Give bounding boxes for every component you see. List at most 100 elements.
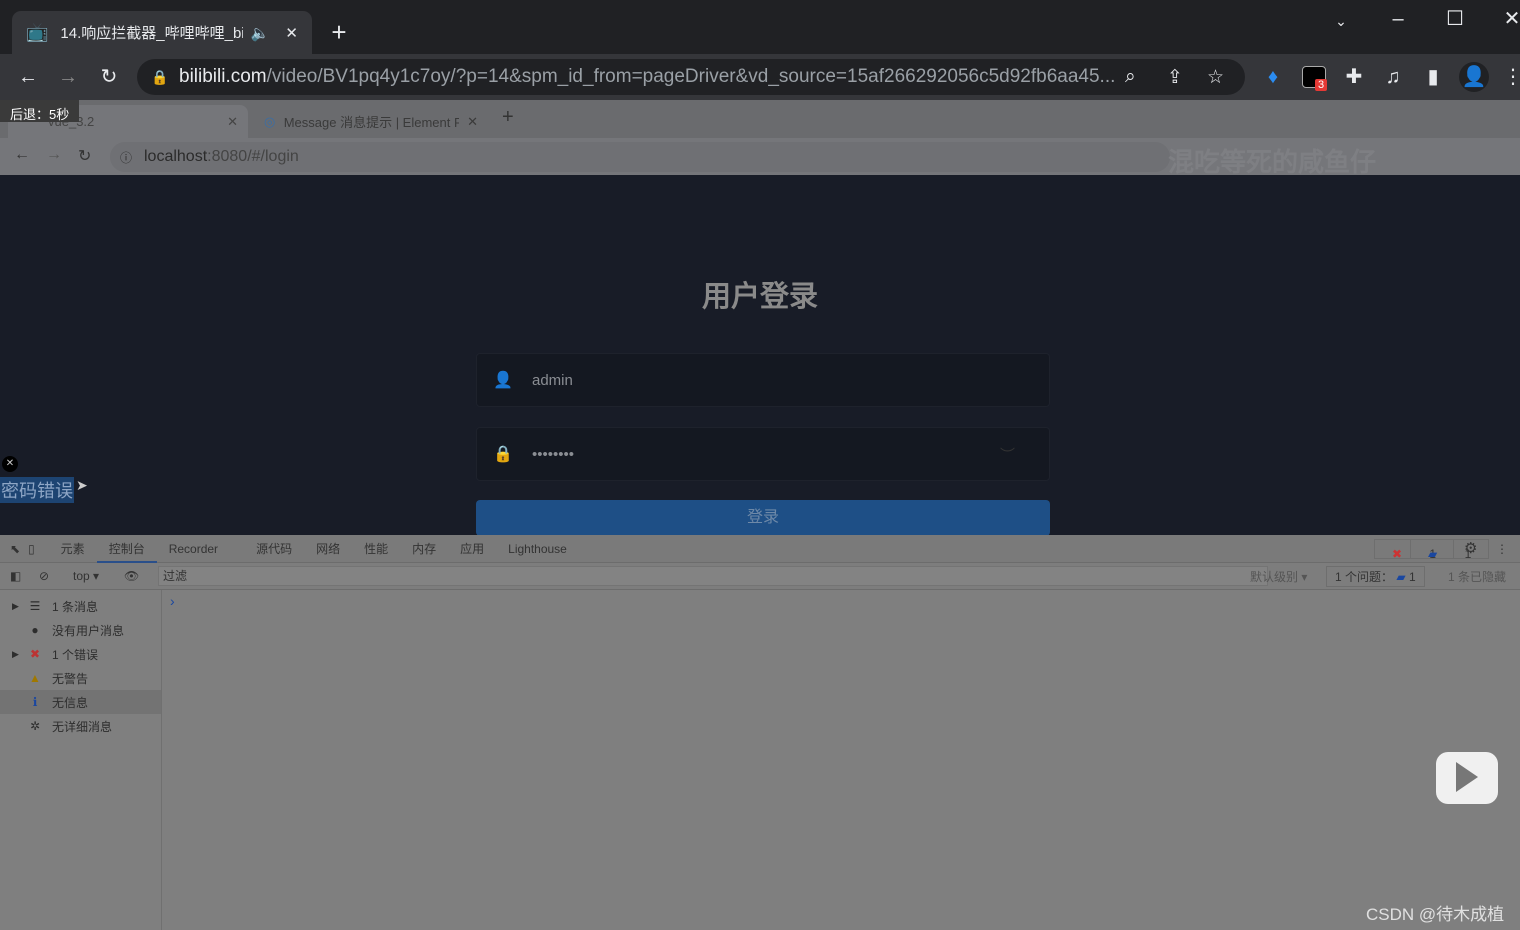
maximize-icon[interactable]: ☐	[1440, 4, 1470, 34]
close-message-icon[interactable]: ✕	[2, 456, 18, 472]
sidebar-label: 1 条消息	[52, 599, 99, 614]
tab-elements[interactable]: 元素	[49, 535, 97, 563]
bilibili-play-logo[interactable]	[1436, 752, 1498, 804]
sidebar-item-verbose[interactable]: ✲ 无详细消息	[0, 714, 161, 738]
tab-recorder[interactable]: Recorder	[157, 535, 230, 563]
minimize-icon[interactable]: –	[1383, 4, 1413, 34]
error-icon: ✖	[1392, 547, 1403, 561]
extension-icon[interactable]: 3	[1302, 66, 1328, 91]
expand-arrow-icon[interactable]: ▶	[12, 601, 19, 612]
side-panel-icon[interactable]: ▮	[1418, 62, 1448, 92]
issues-button[interactable]: 1 个问题： ▰ 1	[1326, 566, 1425, 587]
tab-console[interactable]: 控制台	[96, 535, 157, 563]
issues-label: 1 个问题：	[1335, 570, 1394, 584]
devtools-tabs: ⬉ ▯ 元素 控制台 Recorder 源代码 网络 性能 内存 应用 Ligh…	[0, 535, 1520, 563]
error-message: 密码错误	[0, 477, 74, 503]
url-host: bilibili.com	[179, 66, 267, 87]
close-tab-icon[interactable]: ✕	[467, 114, 478, 130]
inner-tab-element[interactable]: ◎ Message 消息提示 | Element Pl ✕	[256, 105, 486, 138]
inner-tab-bar: vue_3.2✕ ◎Message 消息提示 | Element Pl✕ + 后…	[0, 100, 1520, 138]
sidebar-label: 无警告	[52, 671, 89, 686]
share-icon[interactable]: ⇪	[1167, 66, 1183, 89]
expand-arrow-icon[interactable]: ▶	[12, 649, 19, 660]
inner-browser: vue_3.2✕ ◎Message 消息提示 | Element Pl✕ + 后…	[0, 100, 1520, 930]
gem-extension-icon[interactable]: ♦	[1258, 62, 1288, 92]
issues-count: 1	[1408, 570, 1416, 584]
tab-title: Message 消息提示 | Element Pl	[283, 115, 459, 130]
back-icon[interactable]: ←	[14, 146, 30, 164]
url-path: :8080/#/login	[207, 148, 299, 165]
log-level-select[interactable]: 默认级别 ▾	[1250, 568, 1307, 585]
new-tab-button[interactable]: +	[502, 106, 514, 129]
sidebar-label: 1 个错误	[52, 647, 99, 662]
eye-icon[interactable]: 👁	[124, 569, 139, 583]
password-value: ••••••••	[532, 445, 575, 463]
password-input[interactable]: 🔒 •••••••• ︶	[476, 427, 1050, 481]
bookmark-star-icon[interactable]: ☆	[1207, 66, 1224, 89]
login-button[interactable]: 登录	[476, 500, 1050, 536]
sidebar-item-messages[interactable]: ▶ ☰ 1 条消息	[0, 594, 161, 618]
reload-icon[interactable]: ↻	[78, 146, 91, 166]
device-toolbar-icon[interactable]: ▯	[24, 535, 49, 563]
new-tab-button[interactable]: +	[324, 17, 354, 47]
back-icon[interactable]: ←	[13, 62, 43, 92]
close-tab-icon[interactable]: ✕	[227, 114, 238, 130]
context-select[interactable]: top ▾	[73, 569, 99, 583]
more-icon[interactable]: ⋮	[1484, 535, 1520, 563]
warning-icon: ▲	[29, 671, 41, 685]
csdn-watermark: CSDN @待木成植	[1366, 905, 1505, 924]
lock-icon: 🔒	[151, 68, 169, 85]
forward-icon[interactable]: →	[46, 146, 62, 164]
sidebar-item-errors[interactable]: ▶ ✖ 1 个错误	[0, 642, 161, 666]
zoom-icon[interactable]: ⌕	[1125, 66, 1136, 88]
sidebar-toggle-icon[interactable]: ◧	[10, 569, 21, 583]
console-toolbar: ◧ ⊘ top ▾ 👁 过滤 默认级别 ▾ 1 个问题： ▰ 1 1 条已隐藏	[0, 563, 1520, 590]
bilibili-tv-icon: 📺	[26, 22, 49, 42]
sidebar-label: 没有用户消息	[52, 623, 125, 638]
console-sidebar: ▶ ☰ 1 条消息 ● 没有用户消息 ▶ ✖ 1 个错误 ▲ 无警告 ℹ 无信息 ✲ 无详细消息	[0, 590, 162, 930]
console-prompt[interactable]: ›	[170, 593, 175, 609]
menu-icon[interactable]: ⋮	[1498, 62, 1520, 92]
sidebar-item-warnings[interactable]: ▲ 无警告	[0, 666, 161, 690]
tab-memory[interactable]: 内存	[400, 535, 448, 563]
tab-performance[interactable]: 性能	[352, 535, 400, 563]
profile-avatar[interactable]: 👤	[1459, 62, 1489, 92]
info-icon: ℹ	[32, 695, 38, 709]
sidebar-item-user-messages[interactable]: ● 没有用户消息	[0, 618, 161, 642]
tab-sources[interactable]: 源代码	[244, 535, 304, 563]
outer-tab[interactable]: 📺 14.响应拦截器_哔哩哔哩_bilibili 🔈 ✕	[12, 11, 312, 54]
username-input[interactable]: 👤 admin	[476, 353, 1050, 407]
reload-icon[interactable]: ↻	[94, 62, 124, 92]
hidden-count: 1 条已隐藏	[1448, 569, 1507, 584]
user-icon: 👤	[493, 372, 513, 389]
address-bar[interactable]: 🔒 bilibili.com/video/BV1pq4y1c7oy/?p=14&…	[137, 59, 1245, 95]
sidebar-label: 无详细消息	[52, 719, 113, 734]
tab-network[interactable]: 网络	[304, 535, 352, 563]
tab-application[interactable]: 应用	[448, 535, 496, 563]
message-icon: ▰	[1396, 570, 1406, 584]
level-value: 默认级别	[1250, 569, 1299, 584]
speaker-icon[interactable]: 🔈	[251, 24, 270, 42]
username-value: admin	[532, 371, 573, 389]
inspect-icon[interactable]: ⬉	[0, 535, 24, 563]
context-value: top	[73, 569, 90, 583]
tab-lighthouse[interactable]: Lighthouse	[496, 535, 579, 563]
close-tab-icon[interactable]: ✕	[285, 24, 298, 42]
sidebar-label: 无信息	[52, 695, 89, 710]
login-page: 用户登录 👤 admin 🔒 •••••••• ︶ 登录 ✕ 密码错误 ➤	[0, 175, 1520, 536]
eye-closed-icon[interactable]: ︶	[1000, 444, 1015, 465]
back-countdown-overlay: 后退：5秒	[0, 100, 80, 122]
media-control-icon[interactable]: ♫	[1378, 62, 1408, 92]
sidebar-item-info[interactable]: ℹ 无信息	[0, 690, 161, 714]
tab-title: 14.响应拦截器_哔哩哔哩_bilibili	[60, 25, 243, 42]
bug-icon: ✲	[29, 719, 41, 733]
forward-icon[interactable]: →	[53, 62, 83, 92]
tab-search-icon[interactable]: ⌄	[1326, 6, 1356, 36]
close-window-icon[interactable]: ✕	[1497, 4, 1520, 34]
url-path: /video/BV1pq4y1c7oy/?p=14&spm_id_from=pa…	[266, 66, 1116, 87]
puzzle-extensions-icon[interactable]: ✚	[1339, 62, 1369, 92]
filter-input[interactable]: 过滤	[158, 566, 1268, 586]
play-icon	[1456, 762, 1478, 792]
address-bar[interactable]: ⓘ localhost:8080/#/login	[110, 142, 1170, 172]
clear-console-icon[interactable]: ⊘	[39, 569, 49, 583]
